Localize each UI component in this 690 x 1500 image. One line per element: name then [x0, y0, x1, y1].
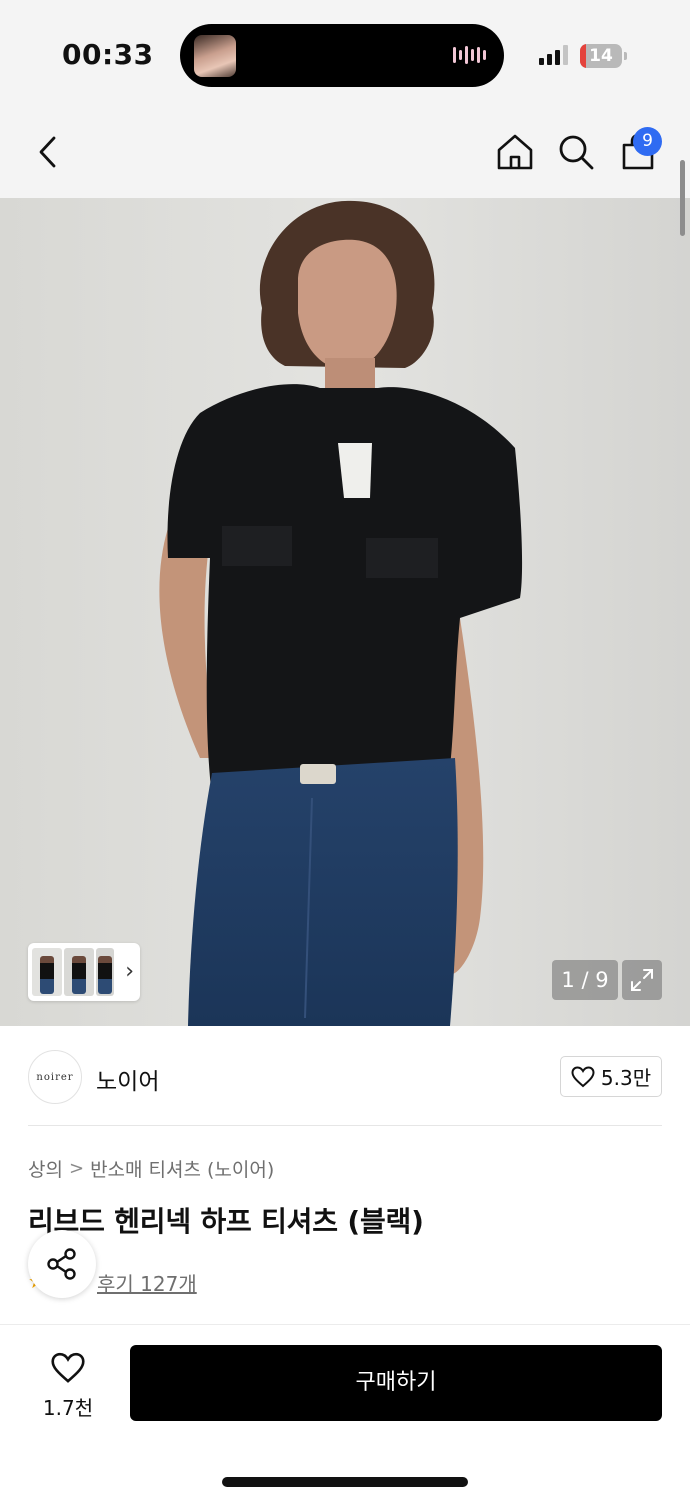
share-icon [47, 1248, 76, 1280]
back-button[interactable] [26, 130, 70, 174]
brand-name[interactable]: 노이어 [96, 1062, 159, 1096]
home-indicator[interactable] [222, 1477, 468, 1487]
image-page-counter: 1 / 9 [552, 960, 618, 1000]
thumbnail-2[interactable] [64, 948, 94, 996]
thumbnail-3[interactable] [96, 948, 114, 996]
scroll-indicator [680, 160, 685, 236]
product-title: 리브드 헨리넥 하프 티셔츠 (블랙) [28, 1205, 424, 1238]
wishlist-button[interactable]: 1.7천 [30, 1346, 106, 1420]
fullscreen-button[interactable] [622, 960, 662, 1000]
thumbnail-1[interactable] [32, 948, 62, 996]
audio-waveform-icon [453, 46, 486, 64]
brand-like-button[interactable]: 5.3만 [560, 1056, 662, 1097]
breadcrumb: 상의 > 반소매 티셔츠 (노이어) [28, 1155, 274, 1182]
thumbnail-strip[interactable]: › [28, 943, 140, 1001]
battery-icon: 14 [580, 44, 628, 68]
buy-button[interactable]: 구매하기 [130, 1345, 662, 1421]
cart-count-badge: 9 [633, 127, 662, 156]
dynamic-island[interactable] [180, 24, 504, 87]
search-icon [559, 135, 594, 170]
cellular-signal-icon [539, 45, 568, 65]
brand-like-count: 5.3만 [600, 1066, 652, 1090]
search-button[interactable] [554, 130, 598, 174]
heart-icon [571, 1065, 595, 1087]
breadcrumb-category[interactable]: 상의 [28, 1155, 63, 1182]
model-photo [0, 198, 690, 1026]
bottom-bar-divider [0, 1324, 690, 1325]
product-image[interactable] [0, 198, 690, 1026]
chevron-right-icon: › [125, 959, 134, 984]
review-link[interactable]: 후기 127개 [97, 1268, 197, 1297]
chevron-right-icon: > [68, 1158, 85, 1179]
top-navigation [0, 106, 690, 198]
status-time: 00:33 [62, 38, 154, 71]
home-button[interactable] [493, 130, 537, 174]
breadcrumb-subcategory[interactable]: 반소매 티셔츠 (노이어) [90, 1155, 274, 1182]
wishlist-count: 1.7천 [42, 1396, 94, 1420]
chevron-left-icon [39, 136, 56, 168]
share-button[interactable] [28, 1230, 96, 1298]
heart-icon [51, 1352, 85, 1383]
status-bar: 00:33 14 [0, 0, 690, 106]
expand-icon [631, 969, 653, 991]
home-icon [497, 134, 533, 170]
now-playing-artwork [194, 35, 236, 77]
section-divider [28, 1125, 662, 1126]
brand-logo[interactable]: noirer [28, 1050, 82, 1104]
battery-percentage: 14 [589, 46, 613, 66]
